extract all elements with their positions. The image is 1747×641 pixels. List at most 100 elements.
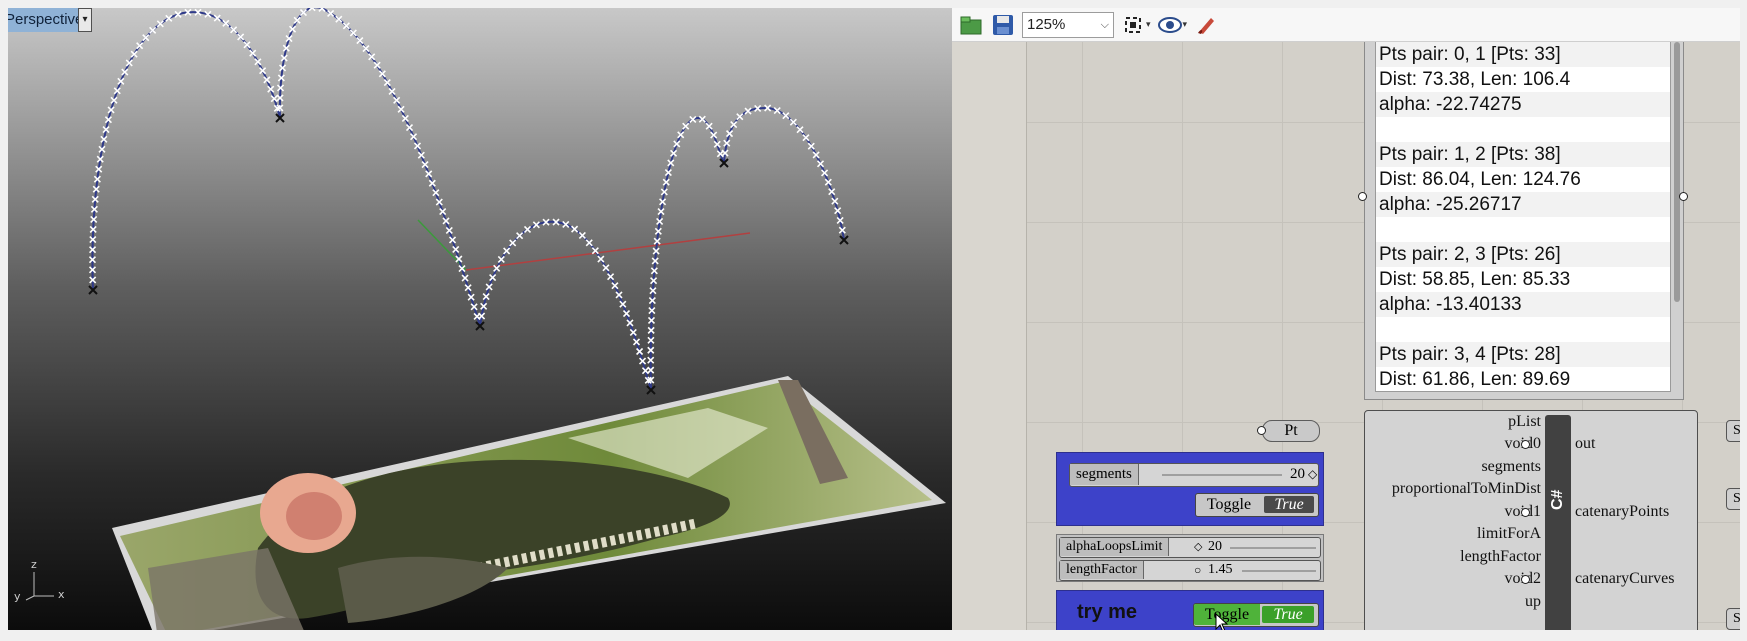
alpha-slider-label: alphaLoopsLimit (1060, 538, 1170, 556)
input-segments[interactable]: segments (1481, 458, 1541, 476)
point-marker (802, 134, 810, 142)
point-parameter[interactable]: Pt (1262, 420, 1320, 442)
chevron-down-icon: ⌵ (1100, 18, 1109, 31)
panel-line (1376, 117, 1670, 142)
point-marker (335, 15, 343, 23)
point-marker (299, 8, 308, 17)
zoom-extents-caret-icon[interactable]: ▾ (1146, 19, 1151, 30)
dinosaur-image-plane (112, 376, 946, 630)
point-marker (356, 37, 364, 45)
output-grip[interactable] (1521, 440, 1530, 449)
point-marker (342, 22, 350, 30)
point-marker (503, 247, 511, 255)
panel-line: Pts pair: 0, 1 [Pts: 33] (1376, 42, 1670, 67)
zoom-level-dropdown[interactable]: 125% ⌵ (1022, 11, 1114, 38)
panel-text-area: Pts pair: 0, 1 [Pts: 33] Dist: 73.38, Le… (1375, 42, 1671, 392)
panel-line: Pts pair: 3, 4 [Pts: 28] (1376, 342, 1670, 367)
toggle-proportional[interactable]: Toggle True (1195, 493, 1319, 517)
offscreen-component-tab[interactable]: S (1726, 488, 1740, 510)
input-length-factor[interactable]: lengthFactor (1460, 548, 1541, 566)
slider-handle-icon[interactable]: ◇ (1194, 538, 1202, 556)
panel-line (1376, 217, 1670, 242)
point-marker (571, 225, 579, 233)
catenary-endpoints (88, 113, 849, 395)
panel-line: Dist: 86.04, Len: 124.76 (1379, 169, 1581, 190)
component-title-bar (1545, 415, 1571, 630)
point-marker (249, 49, 257, 57)
point-marker (293, 16, 301, 24)
y-axis-line (417, 219, 467, 271)
point-marker (585, 239, 593, 247)
viewport-menu-caret-icon[interactable]: ▾ (78, 8, 92, 32)
panel-line: Dist: 61.86, Len: 89.69 (1379, 369, 1571, 390)
panel-scrollbar[interactable] (1674, 42, 1680, 302)
pt-input-grip[interactable] (1257, 426, 1266, 435)
input-proportional-to-min-dist[interactable]: proportionalToMinDist (1392, 480, 1541, 498)
preview-caret-icon[interactable]: ▾ (1183, 19, 1188, 30)
point-marker (368, 53, 376, 61)
zoom-extents-icon[interactable] (1120, 12, 1146, 38)
input-up[interactable]: up (1525, 593, 1541, 611)
point-marker (230, 26, 238, 34)
save-icon[interactable] (990, 12, 1016, 38)
try-me-label: try me (1077, 601, 1138, 623)
output-catenary-points[interactable]: catenaryPoints (1575, 503, 1669, 521)
toggle-label: Toggle (1206, 496, 1252, 513)
length-factor-slider[interactable]: lengthFactor ○ 1.45 (1059, 560, 1321, 581)
point-marker (130, 50, 138, 58)
panel-input-grip[interactable] (1358, 192, 1367, 201)
sliders-group: alphaLoopsLimit ◇ 20 lengthFactor ○ 1.45 (1056, 534, 1324, 582)
panel-line: Dist: 58.85, Len: 85.33 (1379, 269, 1571, 290)
input-limit-for-a[interactable]: limitForA (1477, 525, 1541, 543)
point-marker (516, 232, 524, 240)
point-marker (378, 70, 386, 78)
panel-line (1376, 317, 1670, 342)
point-marker (509, 239, 517, 247)
point-marker (142, 34, 150, 42)
point-marker (237, 33, 245, 41)
output-out[interactable]: out (1575, 435, 1595, 453)
grasshopper-canvas[interactable]: 125% ⌵ ▾ ▾ Pts pair: 0, 1 [Pts: 33] Dist… (952, 8, 1740, 630)
output-grip[interactable] (1521, 575, 1530, 584)
try-me-group: try me Toggle True (1056, 590, 1324, 630)
toggle-state: True (1262, 606, 1314, 623)
alpha-loops-slider[interactable]: alphaLoopsLimit ◇ 20 (1059, 537, 1321, 558)
rhino-viewport[interactable]: Perspective ▾ z y x (8, 8, 952, 630)
segments-slider[interactable]: segments 20 ◇ (1069, 463, 1319, 487)
offscreen-component-tab[interactable]: S (1726, 608, 1740, 630)
segments-slider-value: 20 (1290, 466, 1305, 482)
point-marker (149, 26, 157, 34)
point-marker (602, 264, 610, 272)
component-title: C# (1549, 489, 1566, 510)
output-panel[interactable]: Pts pair: 0, 1 [Pts: 33] Dist: 73.38, Le… (1364, 42, 1684, 400)
catenary-curves (91, 8, 845, 391)
offscreen-component-tab[interactable]: S (1726, 420, 1740, 442)
segments-slider-label: segments (1070, 464, 1139, 485)
sketch-brush-icon[interactable] (1193, 12, 1219, 38)
segments-group: segments 20 ◇ Toggle True (1056, 452, 1324, 526)
point-marker (243, 41, 251, 49)
output-catenary-curves[interactable]: catenaryCurves (1575, 570, 1675, 588)
input-plist[interactable]: pList (1508, 413, 1541, 431)
canvas-toolbar: 125% ⌵ ▾ ▾ (952, 8, 1740, 42)
point-marker (497, 255, 505, 264)
preview-eye-icon[interactable] (1157, 12, 1183, 38)
point-marker (705, 122, 713, 130)
point-marker (796, 126, 804, 134)
panel-line: alpha: -13.40133 (1376, 292, 1670, 317)
csharp-script-component[interactable]: C# pList void0 segments proportionalToMi… (1364, 410, 1698, 630)
slider-handle-icon[interactable]: ○ (1194, 561, 1201, 579)
open-folder-icon[interactable] (958, 12, 984, 38)
slider-handle-icon[interactable]: ◇ (1308, 464, 1317, 485)
viewport-title: Perspective (8, 11, 84, 28)
toggle-up[interactable]: Toggle True (1193, 603, 1319, 627)
point-marker (807, 142, 815, 150)
output-grip[interactable] (1521, 508, 1530, 517)
point-marker (156, 20, 164, 28)
point-marker (789, 118, 797, 126)
axis-x-label: x (58, 588, 65, 601)
panel-output-grip[interactable] (1679, 192, 1688, 201)
point-marker (736, 113, 744, 121)
point-marker (730, 120, 738, 129)
point-marker (327, 9, 335, 17)
